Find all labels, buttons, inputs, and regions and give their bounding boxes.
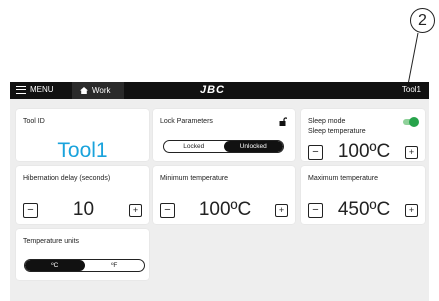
minimum-temperature-card: Minimum temperature − 100ºC + xyxy=(153,166,295,224)
minimum-temperature-title: Minimum temperature xyxy=(160,175,229,182)
minimum-temperature-stepper: − 100ºC + xyxy=(160,199,288,221)
units-option-fahrenheit[interactable]: ºF xyxy=(85,260,145,271)
hibernation-delay-stepper: − 10 + xyxy=(23,199,142,221)
lock-parameters-title: Lock Parameters xyxy=(160,118,213,125)
hibernation-increase-button[interactable]: + xyxy=(128,203,142,217)
min-temp-decrease-button[interactable]: − xyxy=(160,202,175,218)
sleep-temp-increase-button[interactable]: + xyxy=(405,145,418,159)
hibernation-delay-title: Hibernation delay (seconds) xyxy=(23,175,111,182)
sleep-temperature-value: 100ºC xyxy=(337,141,391,162)
top-bar: MENU Work JBC Tool1 xyxy=(10,82,429,99)
maximum-temperature-title: Maximum temperature xyxy=(308,175,379,182)
max-temp-decrease-button[interactable]: − xyxy=(308,202,323,218)
home-icon xyxy=(80,87,88,94)
hamburger-icon xyxy=(16,85,26,94)
maximum-temperature-card: Maximum temperature − 450ºC + xyxy=(301,166,425,224)
sleep-temperature-stepper: − 100ºC + xyxy=(308,141,418,163)
lock-option-unlocked[interactable]: Unlocked xyxy=(223,141,283,152)
tool-name: Tool1 xyxy=(401,85,421,94)
lock-toggle[interactable]: Locked Unlocked xyxy=(163,140,284,153)
sleep-mode-switch[interactable] xyxy=(402,117,419,127)
hibernation-delay-card: Hibernation delay (seconds) − 10 + xyxy=(16,166,149,224)
maximum-temperature-value: 450ºC xyxy=(337,199,391,220)
brand-logo: JBC xyxy=(200,84,226,96)
minimum-temperature-value: 100ºC xyxy=(198,199,252,220)
lock-option-locked[interactable]: Locked xyxy=(164,141,224,152)
temperature-units-toggle[interactable]: ºC ºF xyxy=(24,259,145,272)
tool-id-value[interactable]: Tool1 xyxy=(16,139,149,163)
min-temp-increase-button[interactable]: + xyxy=(275,203,288,217)
menu-label: MENU xyxy=(30,85,54,94)
work-tab[interactable]: Work xyxy=(72,82,124,99)
unlock-icon xyxy=(279,117,287,126)
tool-id-card: Tool ID Tool1 xyxy=(16,109,149,163)
work-label: Work xyxy=(92,86,111,95)
hibernation-decrease-button[interactable]: − xyxy=(23,202,38,218)
sleep-temperature-label: Sleep temperature xyxy=(308,128,366,135)
sleep-temp-decrease-button[interactable]: − xyxy=(308,144,323,160)
sleep-mode-title: Sleep mode xyxy=(308,118,346,125)
parameters-grid: Tool ID Tool1 Lock Parameters Locked Unl… xyxy=(10,99,429,301)
max-temp-increase-button[interactable]: + xyxy=(405,203,418,217)
sleep-mode-card: Sleep mode Sleep temperature − 100ºC + xyxy=(301,109,425,163)
menu-button[interactable]: MENU xyxy=(16,85,54,94)
units-option-celsius[interactable]: ºC xyxy=(25,260,85,271)
maximum-temperature-stepper: − 450ºC + xyxy=(308,199,418,221)
lock-parameters-card: Lock Parameters Locked Unlocked xyxy=(153,109,295,161)
hibernation-delay-value: 10 xyxy=(72,199,95,220)
temperature-units-title: Temperature units xyxy=(23,238,80,245)
tool-id-title: Tool ID xyxy=(23,118,45,125)
temperature-units-card: Temperature units ºC ºF xyxy=(16,229,149,280)
